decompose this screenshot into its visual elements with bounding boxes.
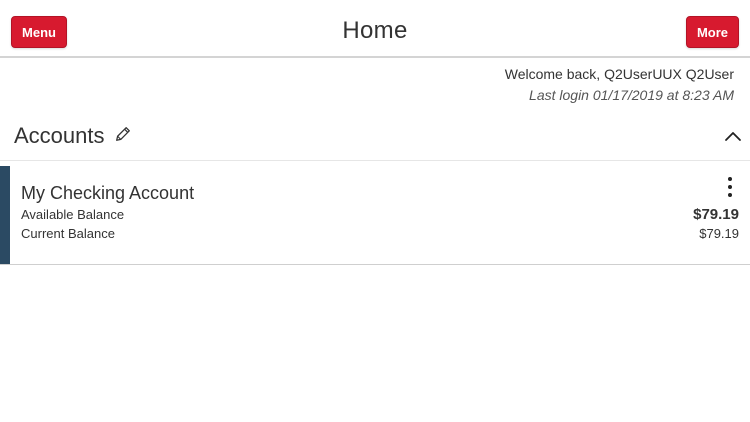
more-button[interactable]: More: [686, 16, 739, 48]
kebab-menu-icon[interactable]: [726, 177, 734, 201]
available-balance-label: Available Balance: [21, 207, 125, 222]
page-title: Home: [342, 17, 408, 44]
pencil-icon[interactable]: [114, 125, 132, 143]
welcome-greeting: Welcome back, Q2UserUUX Q2User: [504, 66, 734, 82]
chevron-up-icon[interactable]: [724, 129, 742, 143]
last-login-text: Last login 01/17/2019 at 8:23 AM: [529, 87, 734, 103]
current-balance-label: Current Balance: [21, 226, 115, 241]
account-name[interactable]: My Checking Account: [21, 183, 194, 204]
current-balance-value: $79.19: [699, 226, 739, 241]
account-tile[interactable]: My Checking Account Available Balance Cu…: [0, 166, 750, 265]
top-nav-bar: Menu Home More: [0, 0, 750, 58]
available-balance-value: $79.19: [693, 206, 739, 223]
welcome-panel: Welcome back, Q2UserUUX Q2User Last logi…: [505, 64, 734, 106]
account-color-stripe: [0, 166, 10, 264]
app-root: Menu Home More Welcome back, Q2UserUUX Q…: [0, 0, 750, 422]
accounts-section-header: Accounts: [0, 117, 750, 161]
accounts-section-title: Accounts: [14, 123, 105, 148]
